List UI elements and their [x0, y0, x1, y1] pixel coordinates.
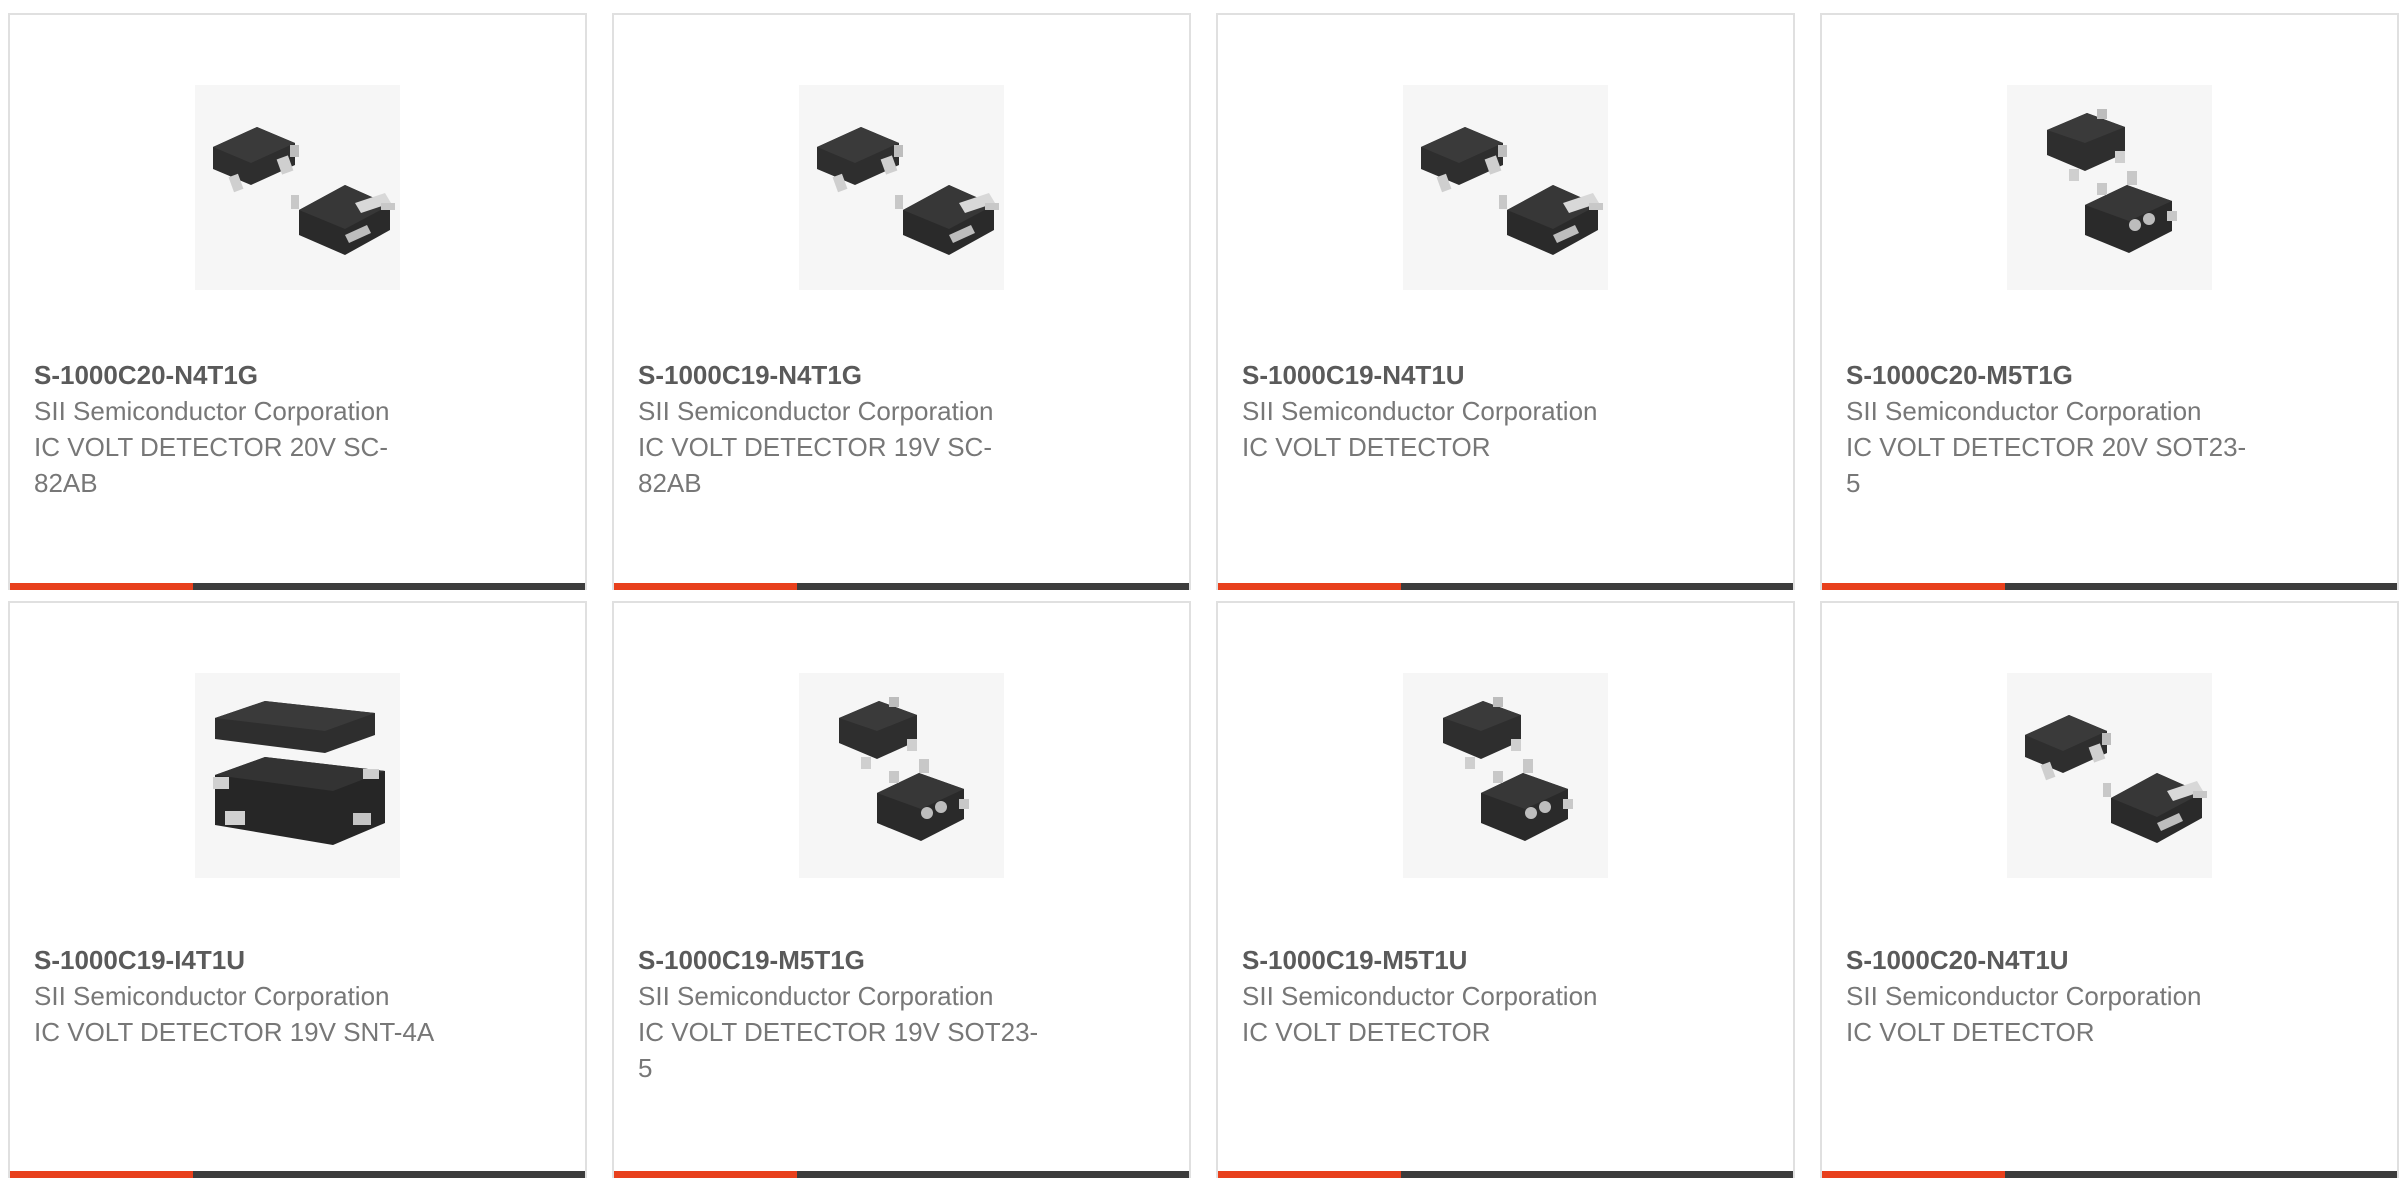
card-accent-bar: [1822, 1171, 2005, 1178]
product-description: IC VOLT DETECTOR 19V SOT23-5: [638, 1017, 1039, 1083]
product-image: [195, 85, 400, 290]
manufacturer-name: SII Semiconductor Corporation: [638, 981, 994, 1011]
product-info: S-1000C19-N4T1U SII Semiconductor Corpor…: [1242, 357, 1682, 465]
snt-4a-package-image[interactable]: [195, 673, 400, 878]
part-number-link[interactable]: S-1000C19-I4T1U: [34, 942, 474, 978]
part-number-link[interactable]: S-1000C20-N4T1U: [1846, 942, 2286, 978]
product-description: IC VOLT DETECTOR 19V SNT-4A: [34, 1017, 435, 1047]
part-number-link[interactable]: S-1000C19-M5T1G: [638, 942, 1078, 978]
card-accent-bar: [10, 583, 193, 590]
product-description: IC VOLT DETECTOR: [1846, 1017, 2095, 1047]
product-card[interactable]: S-1000C20-M5T1G SII Semiconductor Corpor…: [1820, 13, 2399, 590]
product-image: [2007, 673, 2212, 878]
sc82ab-package-image[interactable]: [799, 85, 1004, 290]
manufacturer-name: SII Semiconductor Corporation: [1242, 981, 1598, 1011]
part-number-link[interactable]: S-1000C19-N4T1G: [638, 357, 1078, 393]
card-bottom-bar: [10, 583, 585, 590]
product-image: [1403, 85, 1608, 290]
product-card[interactable]: S-1000C20-N4T1U SII Semiconductor Corpor…: [1820, 601, 2399, 1178]
product-info: S-1000C20-M5T1G SII Semiconductor Corpor…: [1846, 357, 2286, 501]
part-number-link[interactable]: S-1000C20-N4T1G: [34, 357, 474, 393]
card-bottom-bar: [1218, 1171, 1793, 1178]
card-accent-bar: [614, 583, 797, 590]
sc82ab-package-image[interactable]: [1403, 85, 1608, 290]
part-number-link[interactable]: S-1000C20-M5T1G: [1846, 357, 2286, 393]
product-card[interactable]: S-1000C19-M5T1G SII Semiconductor Corpor…: [612, 601, 1191, 1178]
product-description: IC VOLT DETECTOR 19V SC-82AB: [638, 432, 992, 498]
card-accent-bar: [614, 1171, 797, 1178]
card-accent-bar: [1218, 583, 1401, 590]
part-number-link[interactable]: S-1000C19-N4T1U: [1242, 357, 1682, 393]
manufacturer-name: SII Semiconductor Corporation: [1846, 981, 2202, 1011]
sot23-5-package-image[interactable]: [2007, 85, 2212, 290]
part-number-link[interactable]: S-1000C19-M5T1U: [1242, 942, 1682, 978]
sc82ab-package-image[interactable]: [195, 85, 400, 290]
sot23-5-package-image[interactable]: [1403, 673, 1608, 878]
product-description: IC VOLT DETECTOR 20V SOT23-5: [1846, 432, 2247, 498]
card-bottom-bar: [614, 1171, 1189, 1178]
product-grid: S-1000C20-N4T1G SII Semiconductor Corpor…: [8, 13, 2399, 1178]
manufacturer-name: SII Semiconductor Corporation: [1846, 396, 2202, 426]
manufacturer-name: SII Semiconductor Corporation: [34, 981, 390, 1011]
card-bottom-bar: [10, 1171, 585, 1178]
product-info: S-1000C19-M5T1G SII Semiconductor Corpor…: [638, 942, 1078, 1086]
sot23-5-package-image[interactable]: [799, 673, 1004, 878]
product-description: IC VOLT DETECTOR: [1242, 432, 1491, 462]
manufacturer-name: SII Semiconductor Corporation: [638, 396, 994, 426]
product-image: [799, 85, 1004, 290]
product-image: [195, 673, 400, 878]
card-bottom-bar: [1822, 583, 2397, 590]
product-info: S-1000C19-I4T1U SII Semiconductor Corpor…: [34, 942, 474, 1050]
card-accent-bar: [1218, 1171, 1401, 1178]
product-info: S-1000C20-N4T1G SII Semiconductor Corpor…: [34, 357, 474, 501]
manufacturer-name: SII Semiconductor Corporation: [34, 396, 390, 426]
product-card[interactable]: S-1000C19-N4T1U SII Semiconductor Corpor…: [1216, 13, 1795, 590]
product-card[interactable]: S-1000C19-M5T1U SII Semiconductor Corpor…: [1216, 601, 1795, 1178]
product-info: S-1000C19-M5T1U SII Semiconductor Corpor…: [1242, 942, 1682, 1050]
card-bottom-bar: [614, 583, 1189, 590]
card-accent-bar: [1822, 583, 2005, 590]
card-bottom-bar: [1822, 1171, 2397, 1178]
product-image: [799, 673, 1004, 878]
product-card[interactable]: S-1000C20-N4T1G SII Semiconductor Corpor…: [8, 13, 587, 590]
product-card[interactable]: S-1000C19-N4T1G SII Semiconductor Corpor…: [612, 13, 1191, 590]
manufacturer-name: SII Semiconductor Corporation: [1242, 396, 1598, 426]
card-bottom-bar: [1218, 583, 1793, 590]
product-card[interactable]: S-1000C19-I4T1U SII Semiconductor Corpor…: [8, 601, 587, 1178]
product-description: IC VOLT DETECTOR 20V SC-82AB: [34, 432, 388, 498]
product-info: S-1000C19-N4T1G SII Semiconductor Corpor…: [638, 357, 1078, 501]
product-image: [1403, 673, 1608, 878]
product-info: S-1000C20-N4T1U SII Semiconductor Corpor…: [1846, 942, 2286, 1050]
product-description: IC VOLT DETECTOR: [1242, 1017, 1491, 1047]
card-accent-bar: [10, 1171, 193, 1178]
sc82ab-package-image[interactable]: [2007, 673, 2212, 878]
product-image: [2007, 85, 2212, 290]
